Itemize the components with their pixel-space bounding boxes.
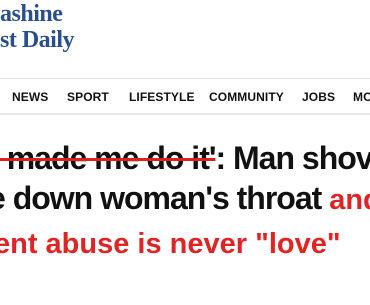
nav-item-more[interactable]: MO	[353, 90, 370, 104]
nav-item-community[interactable]: COMMUNITY	[209, 90, 284, 104]
headline-line-3: ent abuse is never "love"	[0, 224, 341, 262]
nav-item-lifestyle[interactable]: LIFESTYLE	[129, 90, 195, 104]
headline-struck-quote: e made me do it'	[0, 140, 216, 176]
article-headline: e made me do it': Man shov e down woman'…	[0, 140, 370, 300]
logo-text-line-1: ashine	[0, 1, 63, 27]
headline-line-2-dark: e down woman's throat	[0, 180, 330, 216]
headline-line-1-rest: : Man shov	[215, 140, 370, 176]
logo-text-line-2: st Daily	[0, 27, 75, 53]
nav-item-sport[interactable]: SPORT	[67, 90, 109, 104]
headline-line-2-red: and	[329, 184, 370, 216]
headline-line-2: e down woman's throat and	[0, 180, 370, 218]
headline-line-3-red: ent abuse is never "love"	[0, 228, 341, 260]
nav-bottom-divider	[0, 113, 370, 115]
main-nav: NEWS SPORT LIFESTYLE COMMUNITY JOBS MO	[0, 80, 370, 112]
headline-line-1: e made me do it': Man shov	[0, 140, 370, 176]
nav-item-news[interactable]: NEWS	[12, 90, 48, 104]
site-logo[interactable]: ashine st Daily	[0, 0, 120, 64]
nav-top-divider	[0, 78, 370, 79]
nav-item-jobs[interactable]: JOBS	[302, 90, 335, 104]
